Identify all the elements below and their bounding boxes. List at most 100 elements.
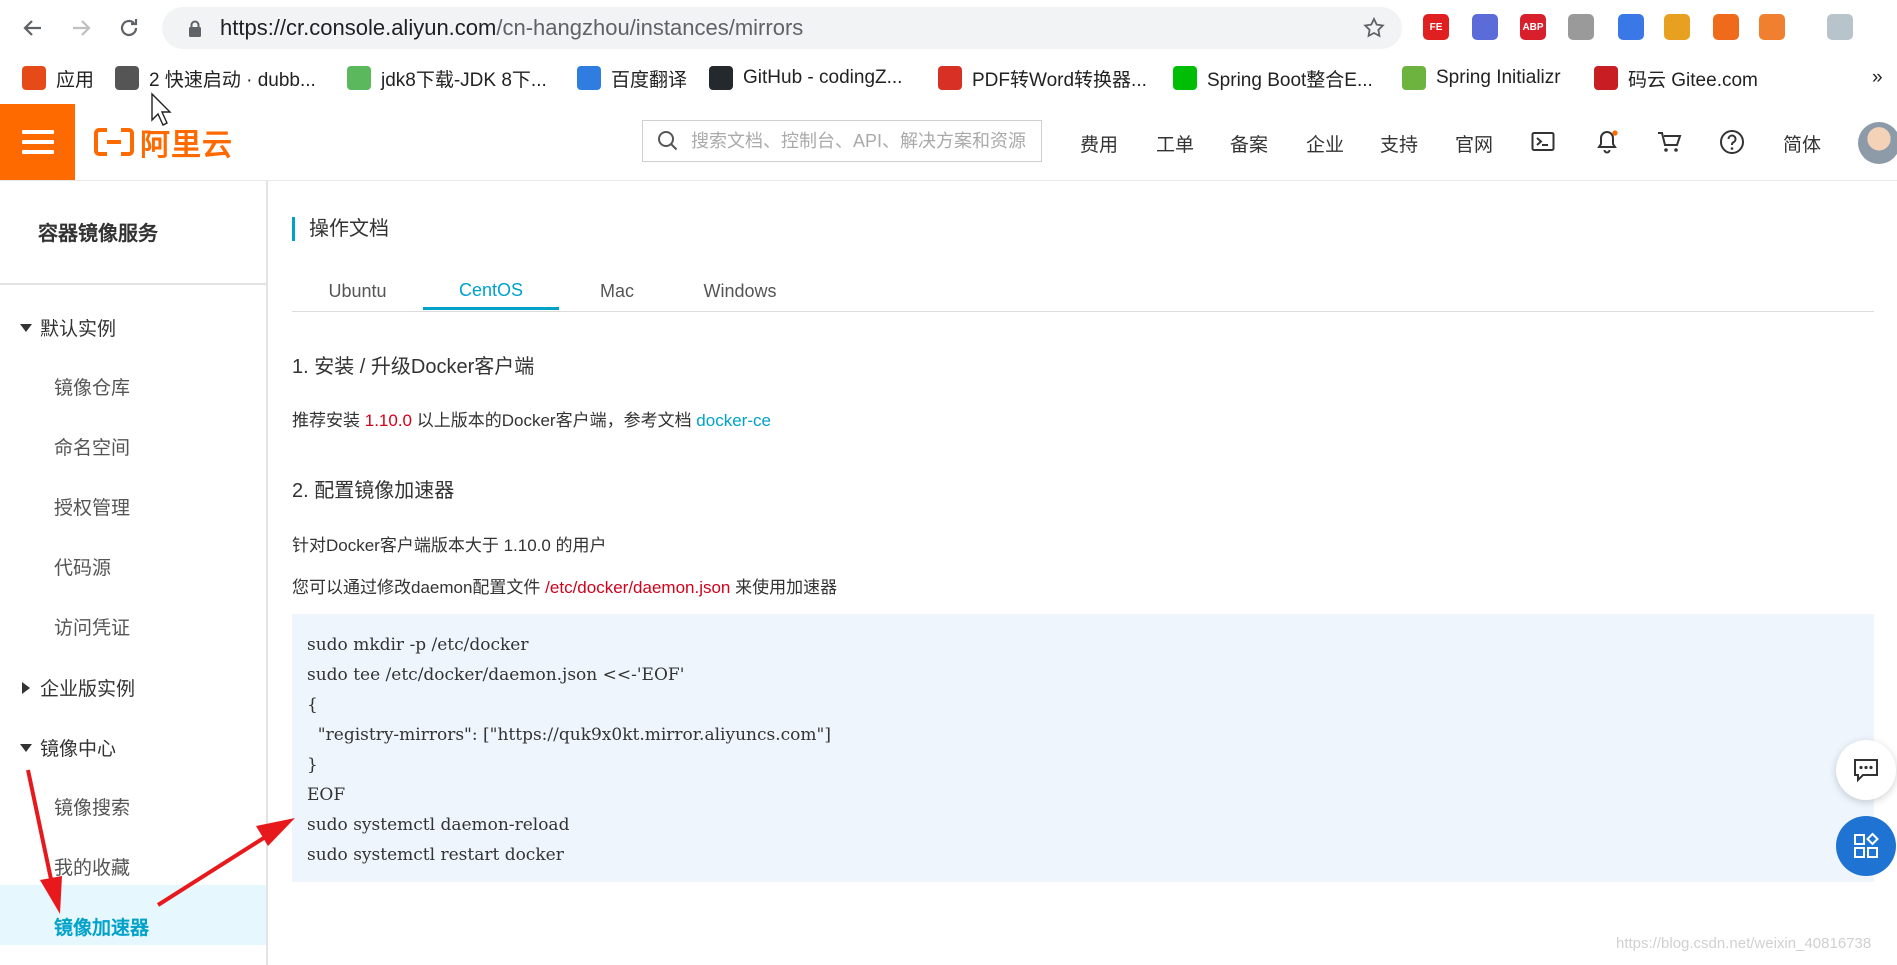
bookmark-item[interactable]: Spring Initializr [1402,65,1561,91]
search-icon [658,131,678,151]
bookmark-item[interactable]: PDF转Word转换器... [938,65,1147,91]
page-title: 操作文档 [292,217,389,241]
bookmark-label: Spring Boot整合E... [1207,69,1373,91]
topbar-link[interactable]: 费用 [1080,130,1118,157]
sidebar-group-label: 企业版实例 [40,679,136,700]
notification-bell-icon[interactable] [1594,129,1620,155]
fe-icon-label: FE [1429,21,1443,33]
sidebar-group[interactable]: 企业版实例 [18,674,135,701]
sidebar-divider [0,283,268,285]
chat-float-button[interactable] [1836,740,1896,800]
leaf-icon [347,66,371,90]
back-button[interactable] [18,13,48,43]
search-input[interactable] [689,129,1033,153]
bookmark-item[interactable]: 应用 [22,65,94,91]
sidebar-item[interactable]: 镜像仓库 [54,373,130,400]
docker-ce-link[interactable]: docker-ce [696,411,771,430]
puzzle-icon[interactable] [1568,14,1594,40]
bookmark-label: GitHub - codingZ... [743,67,903,88]
github-icon [709,66,733,90]
apps-grid-icon [1854,832,1879,858]
cart-icon[interactable] [1656,129,1682,155]
step2-line2: 您可以通过修改daemon配置文件 /etc/docker/daemon.jso… [292,573,837,598]
address-bar[interactable]: https://cr.console.aliyun.com/cn-hangzho… [162,7,1402,49]
reload-button[interactable] [114,13,144,43]
code-content[interactable]: sudo mkdir -p /etc/docker sudo tee /etc/d… [307,630,831,870]
infinity-icon[interactable] [1713,14,1739,40]
fe-icon[interactable]: FE [1423,14,1449,40]
tab-windows[interactable]: Windows [675,273,805,310]
apps-float-button[interactable] [1836,816,1896,876]
bookmark-label: Spring Initializr [1436,67,1561,88]
bookmark-item[interactable]: 码云 Gitee.com [1594,65,1758,91]
bookmark-label: 应用 [56,69,95,91]
user-avatar[interactable] [1858,122,1897,164]
step2-line2-after: 来使用加速器 [730,578,838,597]
bookmark-item[interactable]: 2 快速启动 · dubb... [115,65,316,91]
topbar-link[interactable]: 备案 [1230,130,1268,157]
topbar-link[interactable]: 支持 [1380,130,1418,157]
sidebar-item[interactable]: 镜像搜索 [54,793,130,820]
url-host: https://cr.console.aliyun.com [220,15,497,40]
bookmark-item[interactable]: 百度翻译 [577,65,687,91]
weather-icon[interactable] [1827,14,1853,40]
sidebar-item[interactable]: 授权管理 [54,493,130,520]
help-icon[interactable] [1719,129,1745,155]
url-path: /cn-hangzhou/instances/mirrors [496,15,804,40]
translate-icon[interactable] [1618,14,1644,40]
tab-ubuntu[interactable]: Ubuntu [292,273,423,310]
adblock-icon[interactable]: ABP [1520,14,1546,40]
menu-hamburger-icon[interactable] [0,104,75,180]
gitee-icon [1594,66,1618,90]
sidebar-title: 容器镜像服务 [38,223,158,245]
topbar-link[interactable]: 工单 [1156,130,1194,157]
aliyun-logo[interactable]: 阿里云 [94,124,233,162]
topbar-link[interactable]: 企业 [1306,130,1344,157]
topbar-link[interactable]: 官网 [1455,130,1493,157]
sidebar-group[interactable]: 默认实例 [18,314,116,341]
sidebar-item-active[interactable]: 镜像加速器 [54,913,149,940]
step2-line1: 针对Docker客户端版本大于 1.10.0 的用户 [292,536,607,555]
step1-text-before: 推荐安装 [292,411,365,430]
bookmark-item[interactable]: Spring Boot整合E... [1173,65,1373,91]
check-circle-icon[interactable] [1472,14,1498,40]
pinwheel-icon[interactable] [1664,14,1690,40]
global-search[interactable] [642,120,1042,162]
url-text: https://cr.console.aliyun.com/cn-hangzho… [220,15,803,41]
tab-mac[interactable]: Mac [559,273,675,310]
logo-text: 阿里云 [140,129,233,162]
main-content: 操作文档 Ubuntu CentOS Mac Windows 1. 安装 / 升级Do… [268,181,1897,965]
bookmark-label: PDF转Word转换器... [972,69,1147,91]
sidebar-item[interactable]: 我的收藏 [54,853,130,880]
bookmark-star-icon[interactable] [1362,16,1386,45]
aliyun-logo-icon [94,128,134,156]
caret-down-icon [18,323,34,332]
language-switch[interactable]: 简体 [1783,130,1821,157]
back-arrow-icon [23,20,41,36]
sidebar-group[interactable]: 镜像中心 [18,734,116,761]
browser-chrome: https://cr.console.aliyun.com/cn-hangzho… [0,0,1897,104]
os-tabs: Ubuntu CentOS Mac Windows [292,273,1874,312]
terminal-icon[interactable] [1530,129,1556,155]
code-block[interactable]: sudo mkdir -p /etc/docker sudo tee /etc/d… [292,614,1874,882]
sidebar-item[interactable]: 代码源 [54,553,111,580]
sidebar-item[interactable]: 访问凭证 [54,613,130,640]
step2-line2-before: 您可以通过修改daemon配置文件 [292,578,546,597]
lifebuoy-icon[interactable] [1759,14,1785,40]
step1-text: 推荐安装 1.10.0 以上版本的Docker客户端，参考文档 docker-c… [292,406,771,431]
tab-centos[interactable]: CentOS [423,273,559,310]
caret-right-icon [18,681,34,694]
lock-icon [184,20,206,37]
forward-button[interactable] [66,13,96,43]
code-line: sudo tee /etc/docker/daemon.json <<-'EOF… [307,665,685,685]
sidebar-item[interactable]: 命名空间 [54,433,130,460]
apps-grid-icon [22,66,46,90]
spring-icon [1402,66,1426,90]
bookmark-label: 码云 Gitee.com [1628,69,1758,91]
bookmark-label: jdk8下载-JDK 8下... [381,69,547,91]
version-number: 1.10.0 [364,411,412,430]
bookmark-item[interactable]: jdk8下载-JDK 8下... [347,65,547,91]
more-bookmarks-button[interactable]: » [1872,65,1883,91]
code-line: sudo mkdir -p /etc/docker [307,635,529,655]
bookmark-item[interactable]: GitHub - codingZ... [709,65,902,91]
